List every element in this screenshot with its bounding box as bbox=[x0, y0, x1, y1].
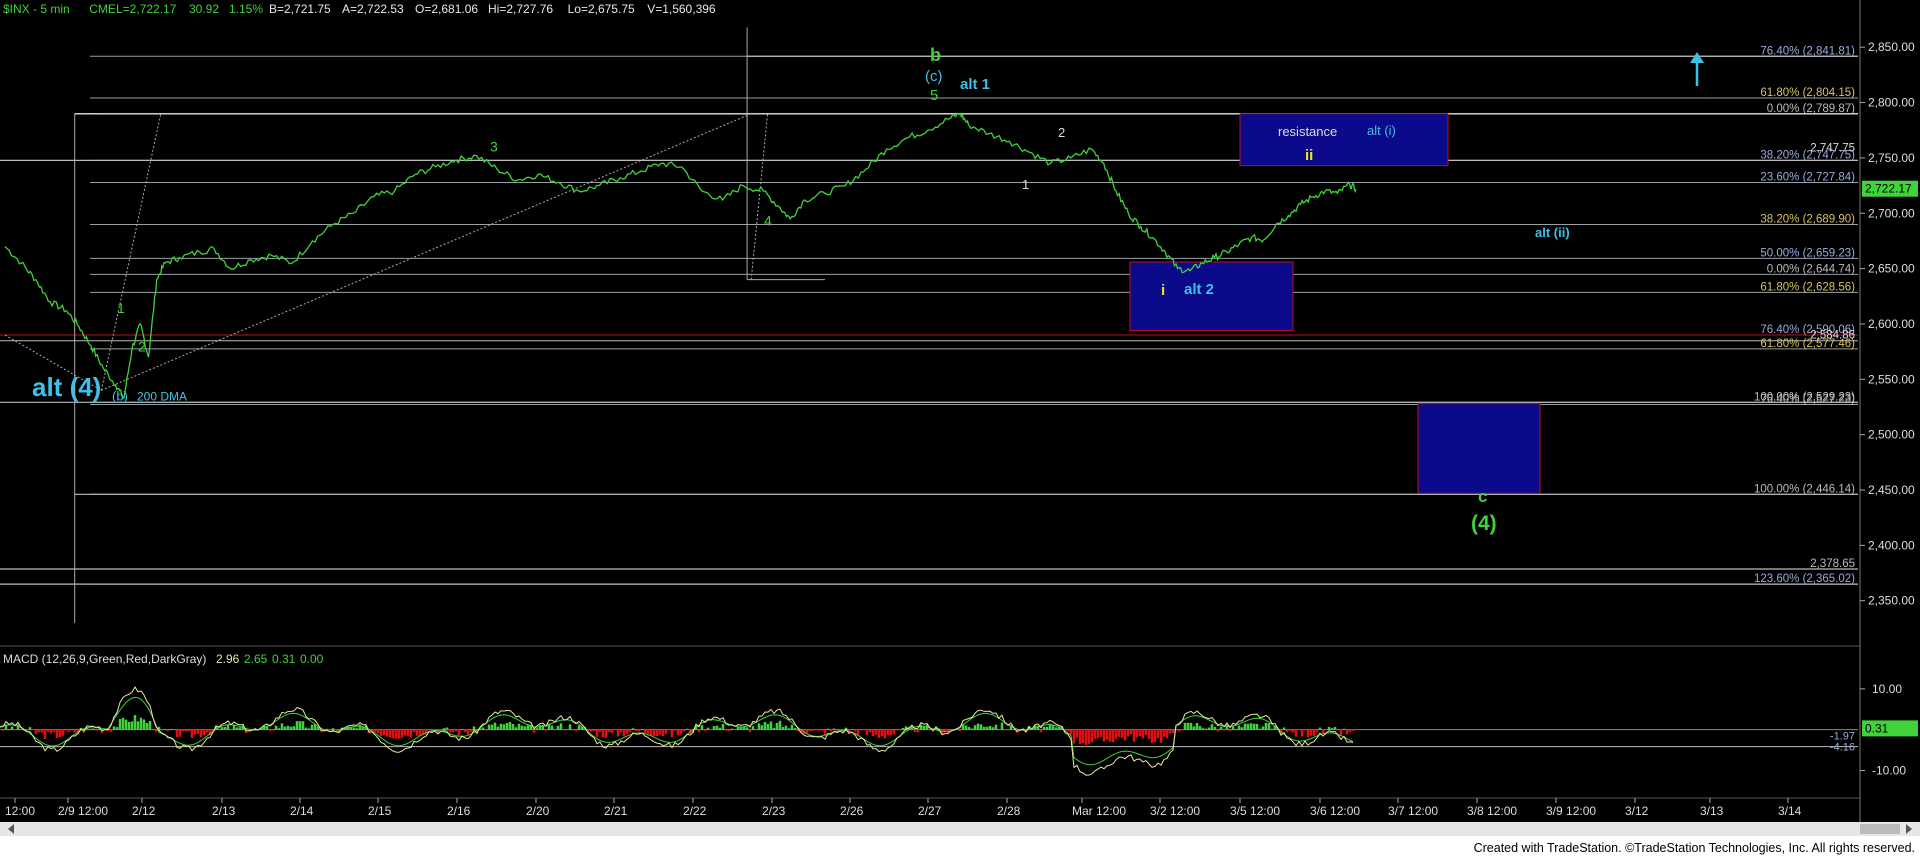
y-tick-label: 2,750.00 bbox=[1868, 151, 1915, 165]
fib-label: 61.80% (2,628.56) bbox=[1760, 281, 1855, 293]
scroll-thumb[interactable] bbox=[1860, 824, 1900, 834]
wave-label: alt 1 bbox=[960, 76, 990, 93]
fib-label: 61.80% (2,804.15) bbox=[1760, 87, 1855, 99]
wave-label: alt (4) bbox=[32, 372, 101, 402]
wave-label: 200 DMA bbox=[137, 389, 187, 403]
fib-label: 100.00% (2,446.14) bbox=[1754, 483, 1855, 495]
wave-label: (4) bbox=[1471, 512, 1497, 535]
x-tick-label: 2/22 bbox=[683, 804, 707, 818]
header-last: L=2,722.17 bbox=[116, 2, 177, 16]
x-tick-label: 12:00 bbox=[5, 804, 35, 818]
x-tick-label: 3/5 12:00 bbox=[1230, 804, 1280, 818]
macd-value: 0.31 bbox=[272, 652, 296, 666]
x-tick-label: 2/27 bbox=[918, 804, 942, 818]
x-tick-label: 3/9 12:00 bbox=[1546, 804, 1596, 818]
wave-label: 2 bbox=[138, 339, 146, 355]
c-target-box[interactable] bbox=[1417, 403, 1541, 494]
wave-label: 1 bbox=[117, 300, 125, 316]
header-high: Hi=2,727.76 bbox=[488, 2, 553, 16]
wave-label: b bbox=[930, 45, 941, 65]
footer-credit: Created with TradeStation. ©TradeStation… bbox=[1474, 841, 1915, 855]
fib-label: 76.40% (2,841.81) bbox=[1760, 45, 1855, 57]
macd-tick-label: 10.00 bbox=[1872, 682, 1902, 696]
fib-label: 50.00% (2,659.23) bbox=[1760, 247, 1855, 259]
last-price-label: 2,722.17 bbox=[1865, 182, 1912, 196]
macd-value: 2.65 bbox=[244, 652, 268, 666]
price-label: 2,747.75 bbox=[1810, 142, 1855, 154]
macd-value: 0.00 bbox=[300, 652, 324, 666]
wave-label: (c) bbox=[925, 68, 943, 85]
header-change: 30.92 bbox=[189, 2, 219, 16]
x-tick-label: 3/2 12:00 bbox=[1150, 804, 1200, 818]
wave-label: 1 bbox=[1022, 177, 1029, 192]
y-tick-label: 2,350.00 bbox=[1868, 594, 1915, 608]
price-axis-panel bbox=[1860, 0, 1920, 830]
fib-label: 2,378.65 bbox=[1810, 558, 1855, 570]
y-tick-label: 2,650.00 bbox=[1868, 262, 1915, 276]
wave-label: alt (i) bbox=[1367, 123, 1396, 138]
wave-label: c bbox=[1478, 487, 1487, 506]
macd-right-label: -4.16 bbox=[1830, 742, 1855, 754]
wave-label: alt 2 bbox=[1184, 281, 1214, 298]
fib-label: 123.60% (2,365.02) bbox=[1754, 573, 1855, 585]
header-ask: A=2,722.53 bbox=[342, 2, 404, 16]
wave-label: ii bbox=[1305, 147, 1313, 164]
wave-label: i bbox=[1161, 282, 1165, 299]
price-label: 2,584.86 bbox=[1810, 330, 1855, 342]
y-tick-label: 2,600.00 bbox=[1868, 317, 1915, 331]
x-tick-label: 3/6 12:00 bbox=[1310, 804, 1360, 818]
x-tick-label: 3/14 bbox=[1778, 804, 1802, 818]
y-tick-label: 2,800.00 bbox=[1868, 96, 1915, 110]
y-tick-label: 2,850.00 bbox=[1868, 40, 1915, 54]
y-tick-label: 2,450.00 bbox=[1868, 483, 1915, 497]
x-tick-label: 2/13 bbox=[212, 804, 236, 818]
x-tick-label: 3/13 bbox=[1700, 804, 1724, 818]
y-tick-label: 2,500.00 bbox=[1868, 428, 1915, 442]
macd-value: 2.96 bbox=[216, 652, 240, 666]
fib-label: 0.00% (2,789.87) bbox=[1767, 103, 1855, 115]
chart-window: $INX - 5 min CME L=2,722.17 30.92 1.15% B=2,7… bbox=[0, 0, 1920, 858]
header-exchange: CME bbox=[89, 2, 116, 16]
header-low: Lo=2,675.75 bbox=[568, 2, 635, 16]
fib-label: 23.60% (2,727.84) bbox=[1760, 171, 1855, 183]
wave-label: (b) bbox=[112, 388, 128, 403]
header-symbol: $INX - 5 min bbox=[3, 2, 70, 16]
price-chart[interactable]: $INX - 5 min CME L=2,722.17 30.92 1.15% B=2,7… bbox=[0, 0, 1920, 858]
x-tick-label: 2/23 bbox=[762, 804, 786, 818]
wave-label: 5 bbox=[930, 87, 938, 104]
x-tick-label: 2/20 bbox=[526, 804, 550, 818]
header-open: O=2,681.06 bbox=[415, 2, 478, 16]
wave-label: resistance bbox=[1278, 124, 1337, 139]
macd-tick-label: -10.00 bbox=[1872, 764, 1906, 778]
wave-label: alt (ii) bbox=[1535, 225, 1570, 240]
x-tick-label: 2/14 bbox=[290, 804, 314, 818]
x-tick-label: 2/21 bbox=[604, 804, 628, 818]
x-tick-label: 3/7 12:00 bbox=[1388, 804, 1438, 818]
fib-label: 38.20% (2,689.90) bbox=[1760, 213, 1855, 225]
macd-value-badge-label: 0.31 bbox=[1865, 721, 1889, 735]
y-tick-label: 2,550.00 bbox=[1868, 372, 1915, 386]
y-tick-label: 2,700.00 bbox=[1868, 206, 1915, 220]
x-tick-label: 2/16 bbox=[447, 804, 471, 818]
wave-label: 3 bbox=[490, 138, 498, 154]
x-tick-label: 2/12 bbox=[132, 804, 156, 818]
wave-label: 4 bbox=[764, 212, 772, 228]
x-tick-label: 3/8 12:00 bbox=[1467, 804, 1517, 818]
macd-title: MACD (12,26,9,Green,Red,DarkGray) bbox=[3, 652, 206, 666]
header-volume: V=1,560,396 bbox=[647, 2, 716, 16]
header-change-pct: 1.15% bbox=[229, 2, 263, 16]
x-tick-label: Mar 12:00 bbox=[1072, 804, 1126, 818]
x-tick-label: 2/28 bbox=[997, 804, 1021, 818]
x-tick-label: 3/12 bbox=[1625, 804, 1649, 818]
x-tick-label: 2/15 bbox=[368, 804, 392, 818]
x-tick-label: 2/9 12:00 bbox=[58, 804, 108, 818]
header-bid: B=2,721.75 bbox=[269, 2, 331, 16]
wave-label: 2 bbox=[1058, 125, 1065, 140]
x-tick-label: 2/26 bbox=[840, 804, 864, 818]
horizontal-scrollbar[interactable] bbox=[0, 822, 1920, 836]
resistance-box[interactable] bbox=[1239, 113, 1449, 167]
fib-label: 0.00% (2,644.74) bbox=[1767, 263, 1855, 275]
y-tick-label: 2,400.00 bbox=[1868, 538, 1915, 552]
fib-label: 76.40% (2,527.23) bbox=[1760, 394, 1855, 406]
